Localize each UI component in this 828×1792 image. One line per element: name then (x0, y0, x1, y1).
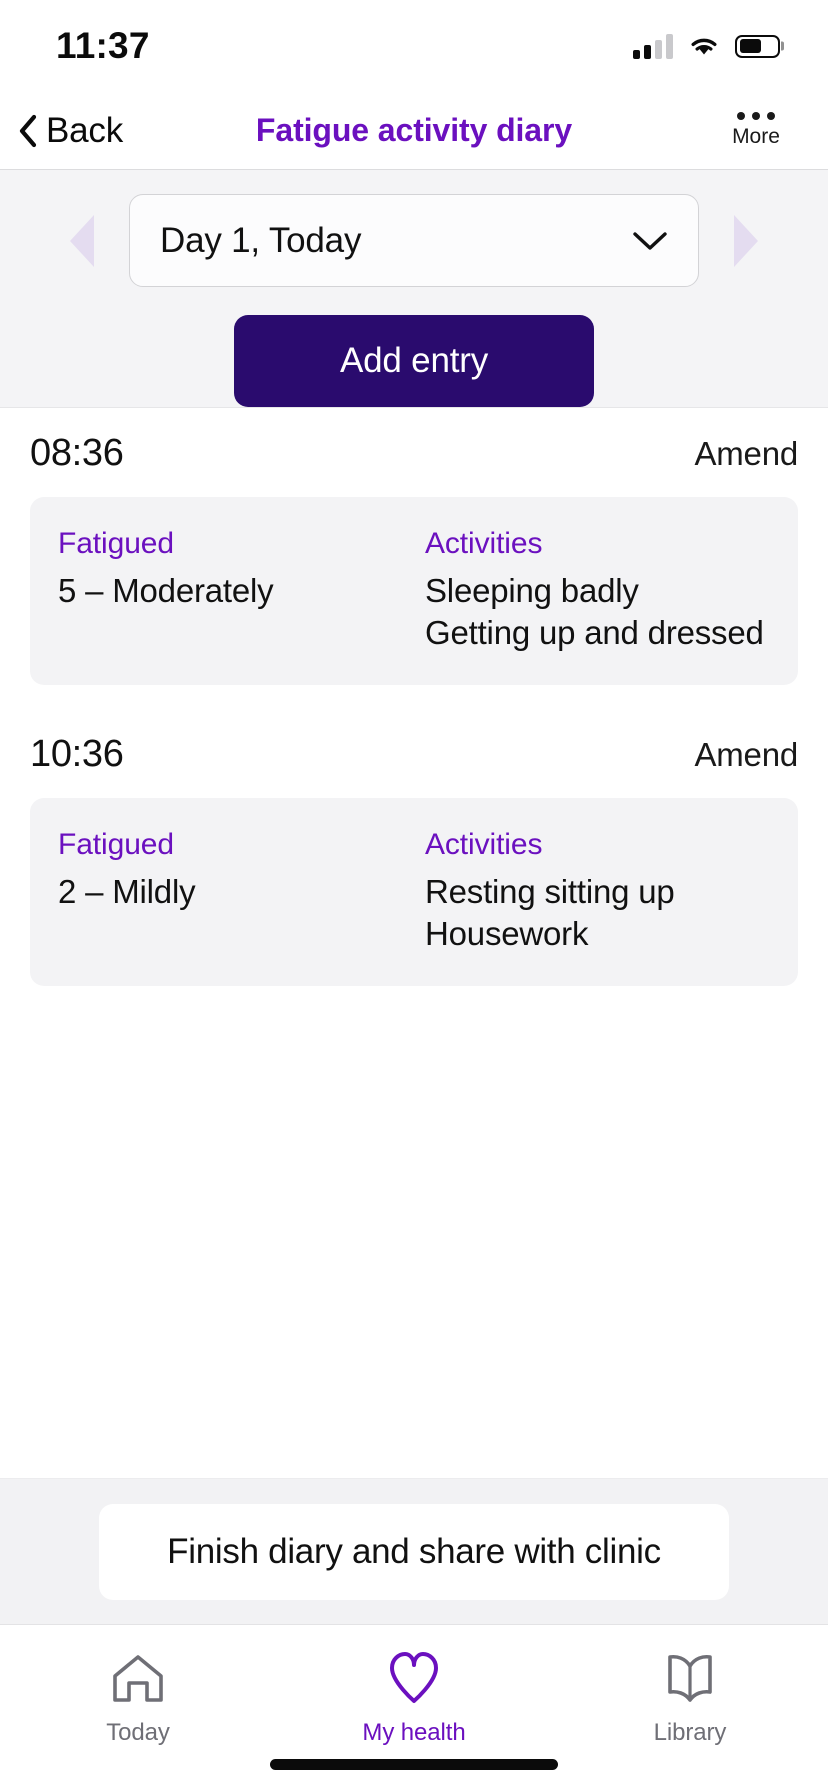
ellipsis-icon (737, 112, 775, 120)
heart-icon (383, 1647, 445, 1709)
status-time: 11:37 (56, 25, 150, 66)
chevron-left-icon (19, 114, 37, 147)
cellular-signal-icon (633, 33, 673, 59)
back-label: Back (46, 110, 124, 150)
fatigue-label: Fatigued (58, 828, 174, 862)
amend-button[interactable]: Amend (694, 435, 798, 473)
activity-value: Getting up and dressed (425, 613, 764, 651)
day-selector-band: Day 1, Today Add entry (0, 170, 828, 408)
status-icons (633, 33, 784, 59)
back-button[interactable]: Back (18, 111, 123, 151)
tab-label-today: Today (106, 1719, 170, 1746)
more-label: More (732, 125, 780, 148)
tab-today[interactable]: Today (0, 1647, 276, 1747)
entry-card: Fatigued 5 – Moderately Activities Sleep… (30, 497, 798, 686)
tab-label-my-health: My health (362, 1719, 466, 1746)
entry-item: 10:36 Amend Fatigued 2 – Mildly Activiti… (0, 733, 828, 987)
previous-day-button[interactable] (61, 211, 103, 271)
fatigue-value: 5 – Moderately (58, 572, 274, 609)
status-bar: 11:37 (0, 0, 828, 92)
triangle-right-icon (734, 214, 758, 267)
activity-value: Resting sitting up (425, 873, 675, 911)
triangle-left-icon (70, 214, 94, 267)
entry-time: 08:36 (30, 432, 124, 474)
entry-time: 10:36 (30, 733, 124, 776)
activities-label: Activities (425, 828, 543, 862)
activities-label: Activities (425, 527, 543, 560)
fatigue-column: Fatigued 2 – Mildly (58, 828, 403, 954)
entry-list: 08:36 Amend Fatigued 5 – Moderately Acti… (0, 408, 828, 1478)
activities-column: Activities Resting sitting up Housework (403, 828, 770, 954)
entry-header: 08:36 Amend (0, 432, 828, 475)
book-icon (659, 1647, 721, 1709)
navigation-bar: Back Fatigue activity diary More (0, 92, 828, 170)
fatigue-value: 2 – Mildly (58, 873, 196, 911)
chevron-down-icon (633, 231, 667, 250)
entry-item: 08:36 Amend Fatigued 5 – Moderately Acti… (0, 432, 828, 686)
activities-column: Activities Sleeping badly Getting up and… (403, 527, 770, 653)
add-entry-button[interactable]: Add entry (234, 315, 594, 407)
finish-diary-button[interactable]: Finish diary and share with clinic (99, 1503, 729, 1600)
day-select-dropdown[interactable]: Day 1, Today (129, 194, 699, 287)
tab-library[interactable]: Library (552, 1647, 828, 1747)
day-selector-row: Day 1, Today (0, 194, 828, 287)
fatigue-label: Fatigued (58, 527, 174, 560)
fatigue-column: Fatigued 5 – Moderately (58, 527, 403, 653)
wifi-icon (691, 38, 717, 55)
amend-button[interactable]: Amend (694, 736, 798, 774)
battery-icon (735, 34, 784, 58)
day-select-value: Day 1, Today (160, 220, 362, 260)
more-button[interactable]: More (714, 112, 798, 149)
tab-my-health[interactable]: My health (276, 1647, 552, 1747)
entry-header: 10:36 Amend (0, 733, 828, 776)
activity-value: Sleeping badly (425, 572, 639, 609)
app-screen: 11:37 Back Fatigue activity diary More D… (0, 0, 828, 1792)
finish-band: Finish diary and share with clinic (0, 1478, 828, 1624)
tab-label-library: Library (653, 1719, 727, 1746)
next-day-button[interactable] (725, 211, 767, 271)
home-icon (107, 1647, 169, 1709)
activity-value: Housework (425, 914, 589, 952)
home-indicator[interactable] (270, 1759, 558, 1770)
page-title: Fatigue activity diary (255, 112, 573, 148)
entry-card: Fatigued 2 – Mildly Activities Resting s… (30, 798, 798, 987)
